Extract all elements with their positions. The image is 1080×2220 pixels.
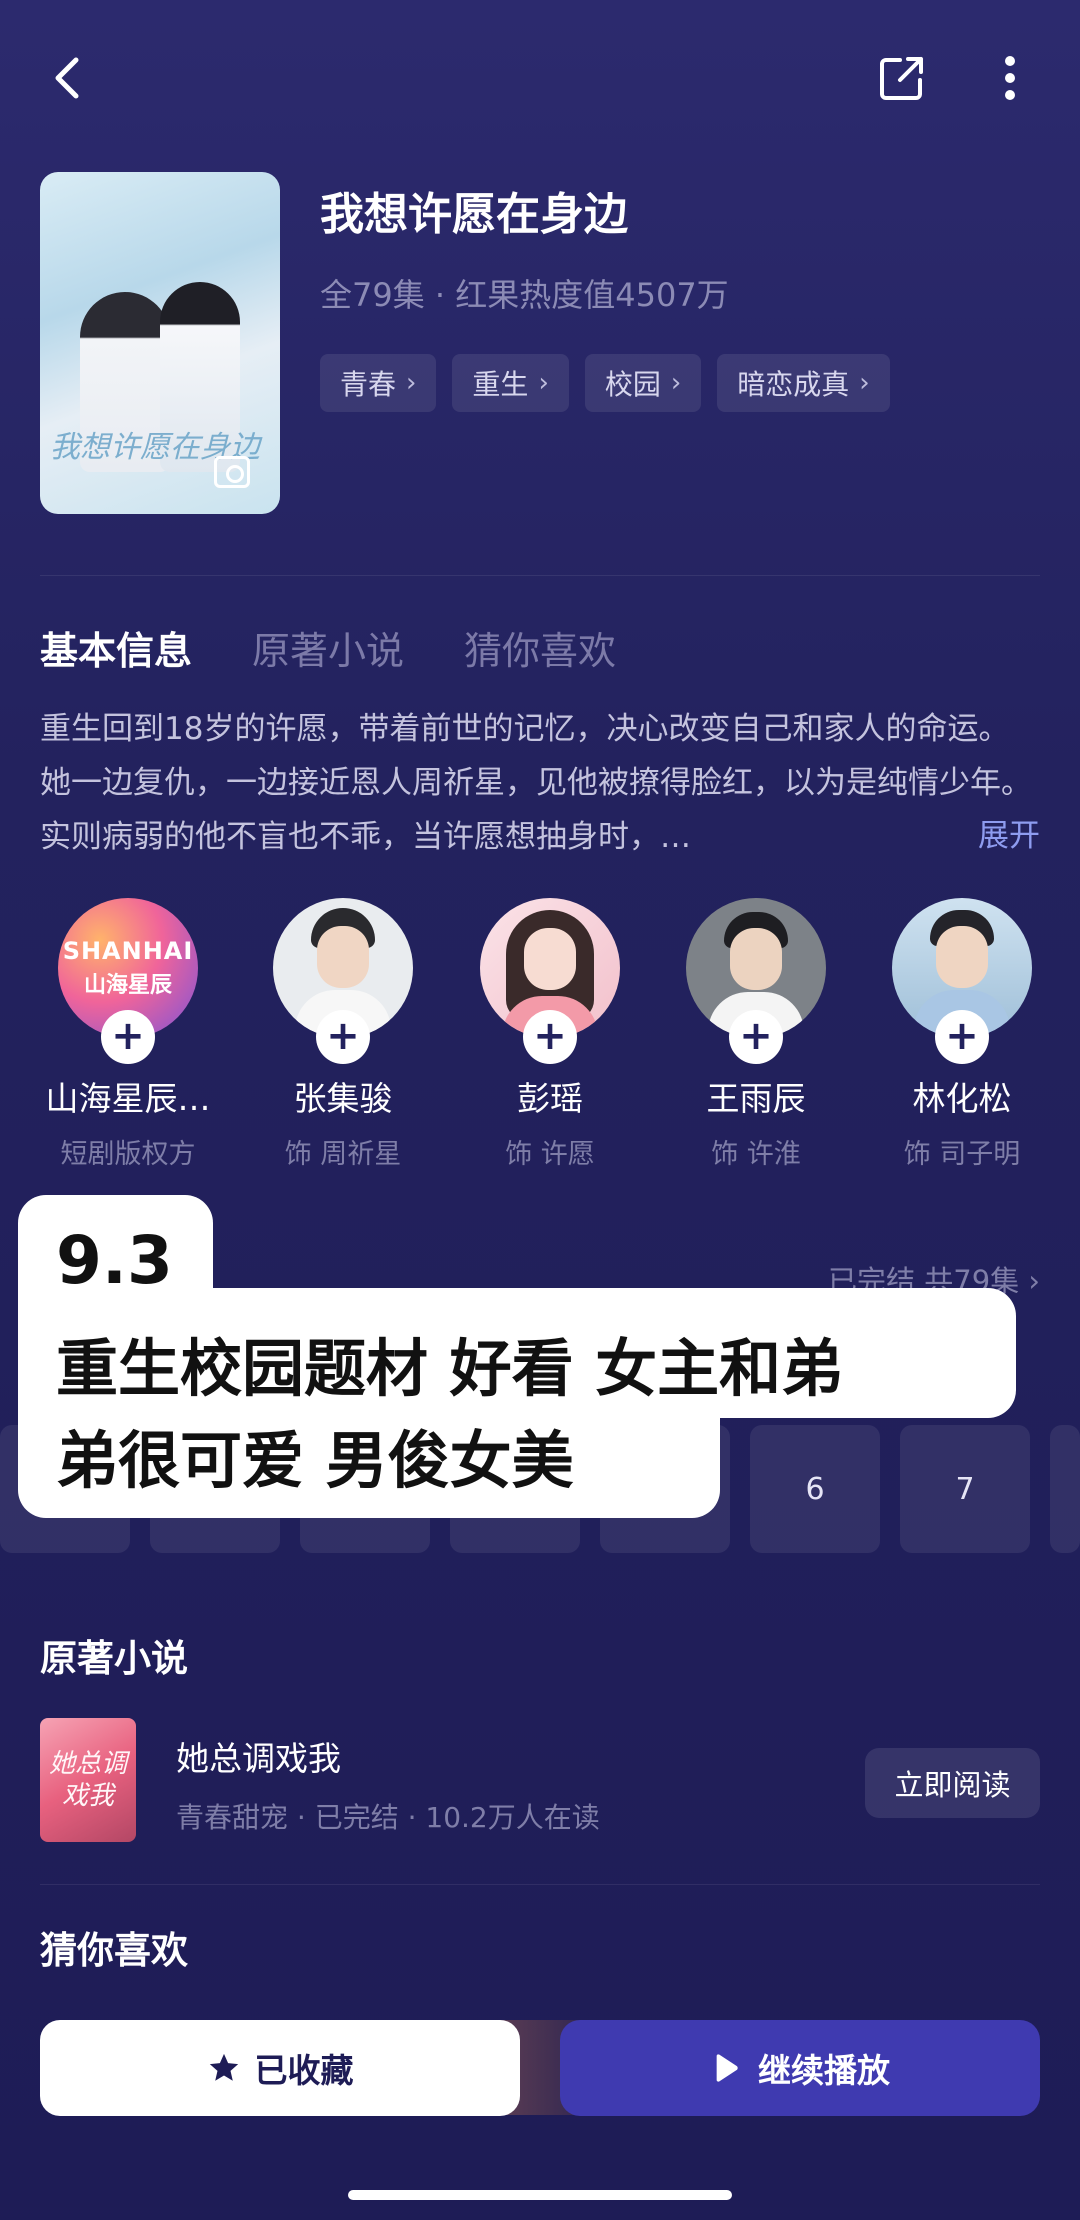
- chevron-right-icon: ›: [859, 368, 870, 398]
- cast-list: SHANHAI 山海星辰 + 山海星辰… 短剧版权方 + 张集骏 饰 周祈星 +…: [0, 898, 1080, 1178]
- episode-button[interactable]: [1050, 1425, 1080, 1553]
- cast-member[interactable]: + 王雨辰 饰 许淮: [656, 898, 856, 1171]
- review-text: 重生校园题材 好看 女主和弟: [56, 1332, 844, 1405]
- section-tabs: 基本信息 原著小说 猜你喜欢: [40, 620, 616, 675]
- recommend-section-heading: 猜你喜欢: [40, 1929, 188, 1972]
- divider: [40, 575, 1040, 576]
- cast-role: 饰 许愿: [505, 1139, 595, 1170]
- follow-button[interactable]: +: [101, 1010, 155, 1064]
- cast-role: 饰 周祈星: [284, 1139, 402, 1170]
- cast-member[interactable]: + 张集骏 饰 周祈星: [243, 898, 443, 1171]
- play-icon: [716, 2054, 738, 2082]
- tag-chip[interactable]: 校园 ›: [584, 354, 702, 412]
- novel-meta: 青春甜宠 · 已完结 · 10.2万人在读: [176, 1801, 600, 1834]
- cast-role: 短剧版权方: [60, 1139, 196, 1170]
- tag-list: 青春 › 重生 › 校园 › 暗恋成真 ›: [320, 354, 890, 412]
- favorite-button[interactable]: 已收藏: [40, 2020, 520, 2116]
- chevron-right-icon: ›: [406, 368, 417, 398]
- continue-play-button[interactable]: 继续播放: [560, 2020, 1040, 2116]
- tag-chip[interactable]: 暗恋成真 ›: [717, 354, 890, 412]
- chevron-right-icon: ›: [538, 368, 549, 398]
- drama-title: 我想许愿在身边: [320, 189, 628, 240]
- review-score: 9.3: [56, 1222, 173, 1299]
- cast-name: 张集骏: [293, 1079, 393, 1118]
- tab-recommend[interactable]: 猜你喜欢: [464, 620, 616, 675]
- follow-button[interactable]: +: [316, 1010, 370, 1064]
- share-button[interactable]: [862, 38, 942, 118]
- tab-basic-info[interactable]: 基本信息: [40, 620, 192, 675]
- tab-original-novel[interactable]: 原著小说: [252, 620, 404, 675]
- novel-title[interactable]: 她总调戏我: [176, 1732, 341, 1780]
- more-button[interactable]: [970, 38, 1050, 118]
- follow-button[interactable]: +: [935, 1010, 989, 1064]
- novel-cover[interactable]: 她总调戏我: [40, 1718, 136, 1842]
- cast-member[interactable]: + 彭瑶 饰 许愿: [450, 898, 650, 1171]
- tag-chip[interactable]: 青春 ›: [320, 354, 437, 412]
- cast-member[interactable]: SHANHAI 山海星辰 + 山海星辰… 短剧版权方: [28, 898, 228, 1171]
- episode-button[interactable]: 7: [900, 1425, 1030, 1553]
- cast-role: 饰 司子明: [903, 1139, 1021, 1170]
- expand-link[interactable]: 展开: [966, 810, 1040, 855]
- cast-member[interactable]: + 林化松 饰 司子明: [862, 898, 1062, 1171]
- review-text: 弟很可爱 男俊女美: [56, 1424, 574, 1497]
- divider: [40, 1884, 1040, 1885]
- home-indicator[interactable]: [348, 2190, 732, 2200]
- back-button[interactable]: [28, 38, 108, 118]
- chevron-left-icon: [55, 57, 79, 99]
- cast-name: 王雨辰: [706, 1079, 806, 1118]
- description-text: 重生回到18岁的许愿，带着前世的记忆，决心改变自己和家人的命运。她一边复仇，一边…: [40, 711, 1032, 855]
- novel-section-heading: 原著小说: [40, 1637, 188, 1680]
- cast-name: 彭瑶: [517, 1079, 583, 1118]
- camera-icon: [214, 456, 250, 488]
- drama-poster[interactable]: 我想许愿在身边: [40, 172, 280, 514]
- more-vertical-icon: [1005, 56, 1015, 100]
- tag-chip[interactable]: 重生 ›: [452, 354, 569, 412]
- star-icon: [209, 2053, 238, 2081]
- cast-role: 饰 许淮: [711, 1139, 801, 1170]
- cast-name: 山海星辰…: [45, 1079, 211, 1118]
- chevron-right-icon: ›: [670, 368, 682, 398]
- read-now-button[interactable]: 立即阅读: [865, 1748, 1040, 1818]
- chevron-right-icon: ›: [1028, 1264, 1040, 1298]
- follow-button[interactable]: +: [729, 1010, 783, 1064]
- follow-button[interactable]: +: [523, 1010, 577, 1064]
- episode-button[interactable]: 6: [750, 1425, 880, 1553]
- share-icon: [880, 57, 923, 100]
- drama-meta: 全79集 · 红果热度值4507万: [320, 276, 729, 314]
- cast-name: 林化松: [912, 1079, 1012, 1118]
